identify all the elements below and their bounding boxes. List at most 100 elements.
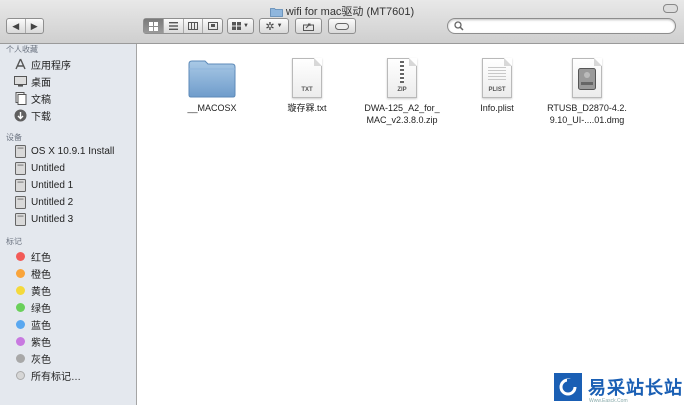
file-name: DWA-125_A2_for_ MAC_v2.3.8.0.zip: [364, 103, 440, 125]
sidebar-item-applications[interactable]: 应用程序: [14, 56, 71, 72]
sidebar-item-downloads[interactable]: 下载: [14, 107, 51, 123]
tags-heading: 标记: [6, 237, 22, 246]
action-button[interactable]: ✲ ▼: [259, 18, 289, 34]
share-button[interactable]: [295, 18, 322, 34]
sidebar-item-label: 蓝色: [31, 320, 51, 332]
list-view-button[interactable]: [164, 19, 184, 33]
file-name: Info.plist: [480, 103, 514, 113]
arrange-button[interactable]: ▼: [227, 18, 254, 34]
sidebar-item-device[interactable]: OS X 10.9.1 Install: [14, 143, 114, 159]
documents-icon: [14, 91, 27, 105]
tag-color-dot: [16, 370, 25, 380]
sidebar-tag-red[interactable]: 红色: [14, 248, 51, 264]
coverflow-view-button[interactable]: [203, 19, 222, 33]
file-item[interactable]: __MACOSX: [162, 44, 262, 114]
sidebar-tag-orange[interactable]: 橙色: [14, 265, 51, 281]
chevron-down-icon: ▼: [243, 23, 249, 29]
folder-icon: [188, 46, 236, 98]
sidebar-all-tags[interactable]: 所有标记…: [14, 367, 81, 383]
columns-icon: [187, 22, 198, 30]
sidebar-tag-green[interactable]: 绿色: [14, 299, 51, 315]
back-button[interactable]: ◀: [7, 19, 26, 33]
column-view-button[interactable]: [184, 19, 204, 33]
gear-icon: ✲: [265, 20, 275, 33]
file-name: RTUSB_D2870-4.2. 9.10_UI-....01.dmg: [547, 103, 627, 125]
devices-heading: 设备: [6, 133, 22, 142]
logo-mark-icon: [554, 373, 582, 401]
arrange-grid-icon: [232, 22, 242, 30]
file-browser: __MACOSX TXT 璇存槑.txt ZIP DWA-125_A2_for_…: [137, 44, 684, 405]
tag-icon: [335, 22, 349, 30]
search-field[interactable]: [447, 18, 676, 34]
file-type-badge: ZIP: [397, 87, 407, 93]
chevron-down-icon: ▼: [276, 23, 283, 29]
sidebar-item-device[interactable]: Untitled 1: [14, 177, 73, 193]
favorites-heading: 个人收藏: [6, 45, 38, 54]
sidebar-item-label: 紫色: [31, 337, 51, 349]
tag-color-dot: [16, 336, 25, 346]
sidebar-item-device[interactable]: Untitled: [14, 160, 65, 176]
toolbar: ◀ ▶ ▼ ✲ ▼: [0, 18, 684, 38]
forward-arrow-icon: ▶: [30, 20, 38, 31]
applications-icon: [14, 58, 27, 71]
file-item[interactable]: ZIP DWA-125_A2_for_ MAC_v2.3.8.0.zip: [352, 44, 452, 126]
file-name: 璇存槑.txt: [287, 103, 327, 113]
hard-drive-icon: [578, 68, 596, 90]
back-arrow-icon: ◀: [12, 20, 20, 31]
sidebar-item-device[interactable]: Untitled 2: [14, 194, 73, 210]
share-icon: [303, 23, 314, 31]
forward-button[interactable]: ▶: [26, 19, 44, 33]
sidebar-item-label: Untitled: [31, 162, 65, 174]
sidebar-item-desktop[interactable]: 桌面: [14, 73, 51, 89]
file-type-badge: PLIST: [488, 87, 506, 93]
tag-color-dot: [16, 251, 25, 261]
sidebar-tag-purple[interactable]: 紫色: [14, 333, 51, 349]
icon-view-button[interactable]: [144, 19, 164, 33]
disk-icon: [14, 212, 27, 226]
file-item[interactable]: RTUSB_D2870-4.2. 9.10_UI-....01.dmg: [537, 44, 637, 126]
tag-color-dot: [16, 353, 25, 363]
sidebar-item-label: 所有标记…: [31, 371, 81, 383]
watermark-logo: 易采站长站 Www.Easck.Com: [545, 369, 684, 405]
sidebar-tag-yellow[interactable]: 黄色: [14, 282, 51, 298]
sidebar-tag-gray[interactable]: 灰色: [14, 350, 51, 366]
sidebar-item-label: 绿色: [31, 303, 51, 315]
title-bar: wifi for mac驱动 (MT7601) ◀ ▶ ▼ ✲ ▼: [0, 0, 684, 44]
search-icon: [454, 21, 464, 31]
tag-button[interactable]: [328, 18, 356, 34]
sidebar-item-label: OS X 10.9.1 Install: [31, 145, 115, 157]
zip-archive-icon: ZIP: [387, 46, 417, 98]
sidebar-item-device[interactable]: Untitled 3: [14, 211, 73, 227]
file-type-badge: TXT: [301, 87, 313, 93]
tag-color-dot: [16, 268, 25, 278]
desktop-icon: [14, 75, 27, 88]
sidebar-tag-blue[interactable]: 蓝色: [14, 316, 51, 332]
sidebar-item-label: 文稿: [31, 94, 51, 106]
sidebar-item-label: 橙色: [31, 269, 51, 281]
sidebar: 个人收藏 应用程序 桌面 文稿 下载 设备 OS X 10.9.1 Instal…: [0, 44, 137, 405]
disk-icon: [14, 178, 27, 192]
sidebar-item-label: 灰色: [31, 354, 51, 366]
disk-image-icon: [572, 46, 602, 98]
disk-icon: [14, 195, 27, 209]
sidebar-item-label: Untitled 3: [31, 213, 74, 225]
sidebar-item-documents[interactable]: 文稿: [14, 90, 51, 106]
sidebar-item-label: 下载: [31, 111, 51, 123]
toolbar-toggle-button[interactable]: [663, 4, 678, 13]
window-title-text: wifi for mac驱动 (MT7601): [285, 6, 415, 18]
tag-color-dot: [16, 285, 25, 295]
plist-document-icon: PLIST: [482, 46, 512, 98]
finder-window: wifi for mac驱动 (MT7601) ◀ ▶ ▼ ✲ ▼ 个人收藏 应…: [0, 0, 684, 405]
tag-color-dot: [16, 319, 25, 329]
downloads-icon: [14, 109, 27, 122]
sidebar-item-label: Untitled 2: [31, 196, 74, 208]
sidebar-item-label: 红色: [31, 252, 51, 264]
text-document-icon: TXT: [292, 46, 322, 98]
sidebar-item-label: 桌面: [31, 77, 51, 89]
plist-lines-icon: [488, 67, 506, 81]
file-item[interactable]: TXT 璇存槑.txt: [257, 44, 357, 114]
coverflow-icon: [207, 22, 218, 30]
watermark-text: 易采站长站: [588, 378, 683, 399]
file-item[interactable]: PLIST Info.plist: [447, 44, 547, 114]
nav-buttons: ◀ ▶: [6, 18, 44, 34]
